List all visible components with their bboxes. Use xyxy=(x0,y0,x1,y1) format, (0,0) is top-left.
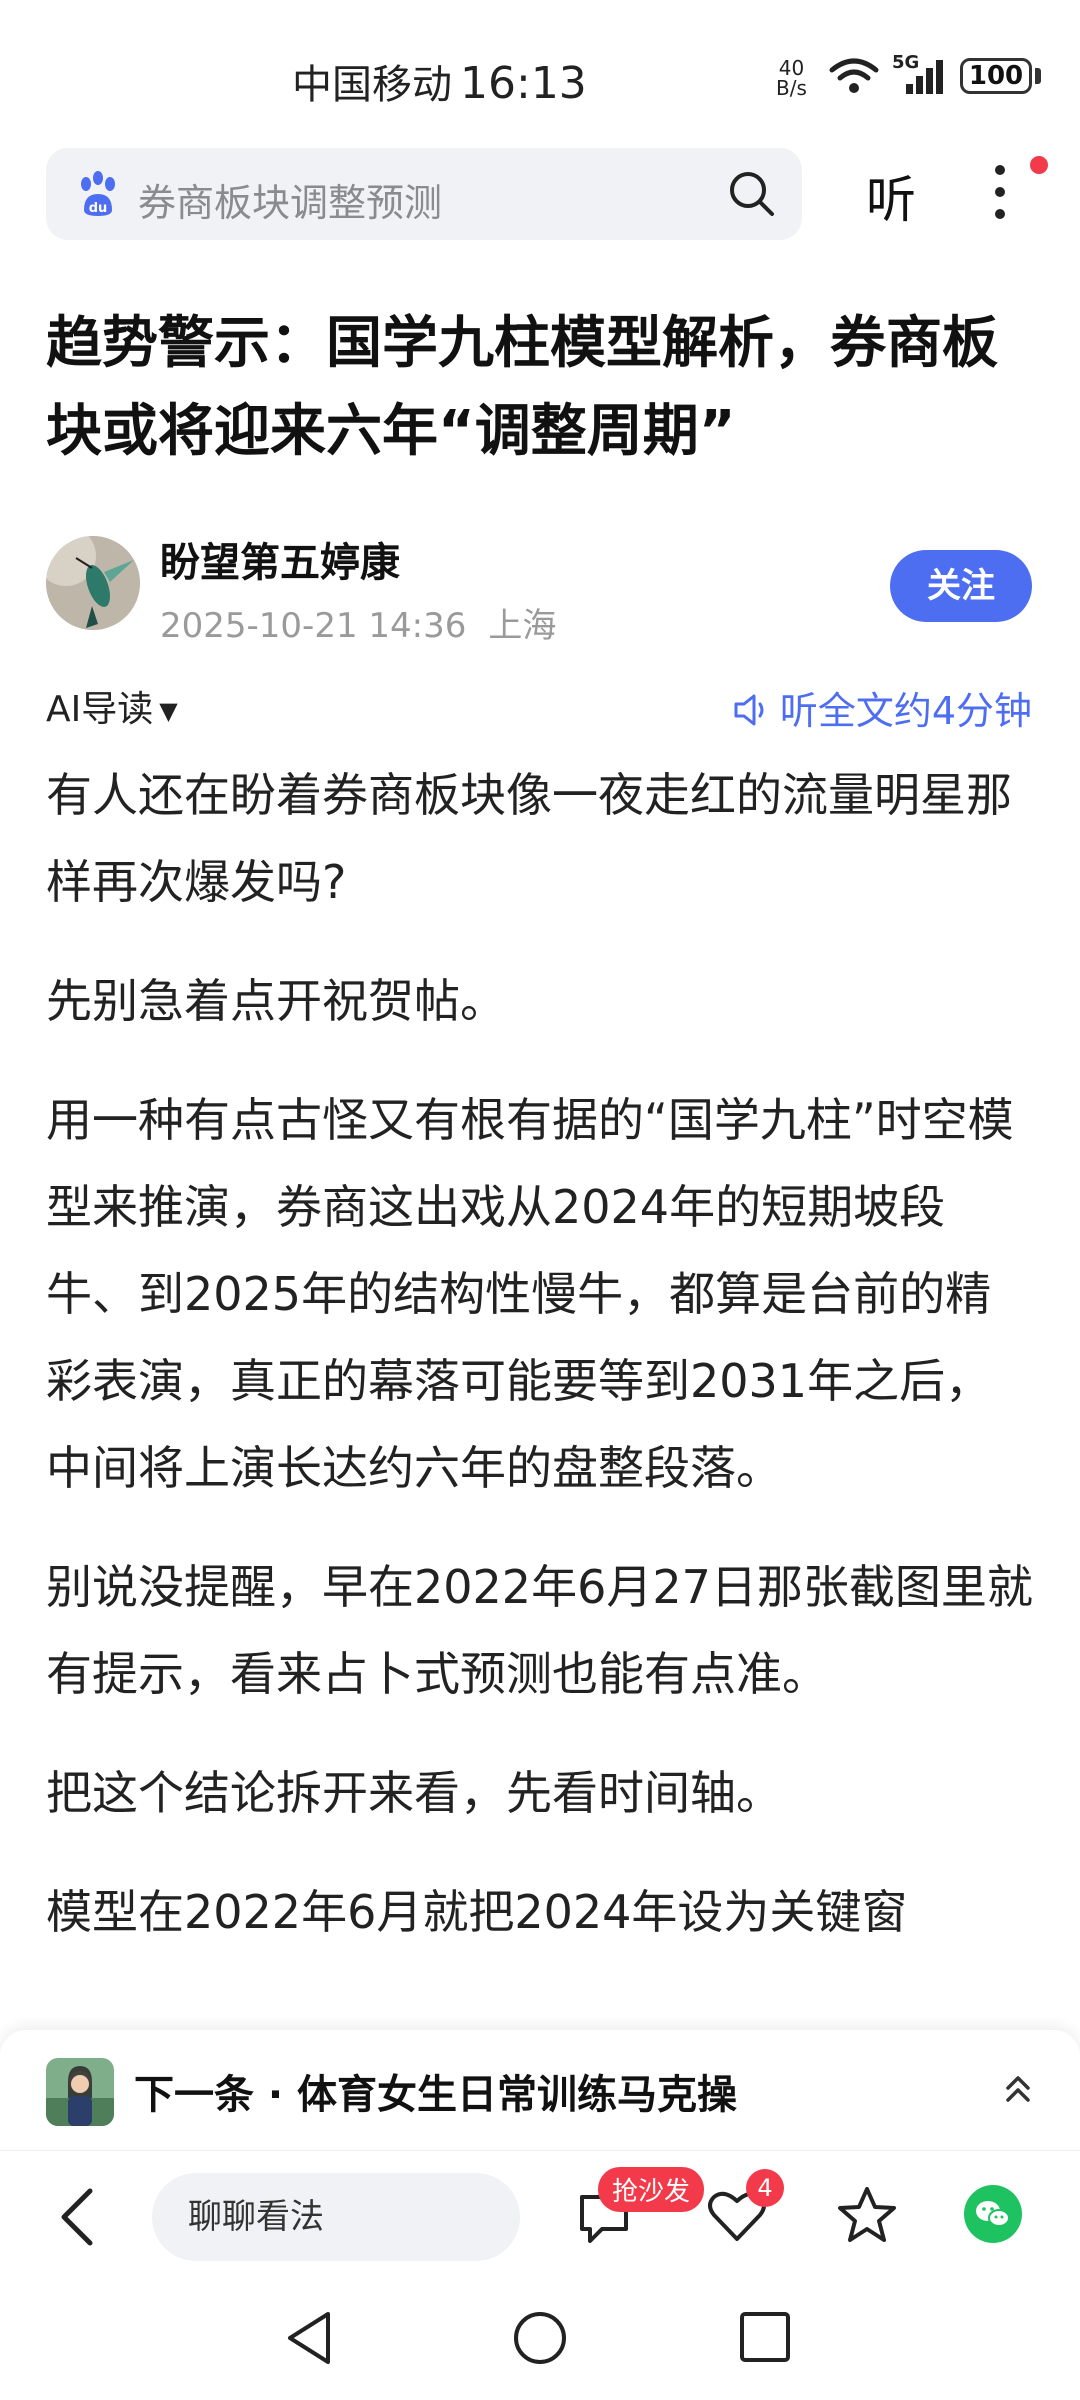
article-paragraph: 把这个结论拆开来看，先看时间轴。 xyxy=(46,1766,782,1820)
hummingbird-avatar-image xyxy=(46,536,140,630)
network-speed-value: 40 xyxy=(778,56,805,80)
wechat-logo-icon xyxy=(976,2201,1010,2227)
sofa-badge: 抢沙发 xyxy=(598,2167,705,2212)
nav-recent-apps-icon[interactable] xyxy=(738,2310,792,2364)
article-paragraph: 模型在2022年6月就把2024年设为关键窗 xyxy=(46,1885,908,1939)
battery-tip xyxy=(1035,68,1041,84)
system-nav-bar xyxy=(0,2280,1080,2400)
next-article-thumbnail-image xyxy=(46,2058,114,2126)
author-name[interactable]: 盼望第五婷康 xyxy=(160,530,400,588)
publish-location: 上海 xyxy=(488,606,557,646)
battery-icon: 100 xyxy=(960,58,1032,94)
ai-guide-toggle[interactable]: AI导读 ▼ xyxy=(46,680,178,732)
search-query[interactable]: 券商板块调整预测 xyxy=(138,172,442,227)
wechat-share-icon[interactable] xyxy=(964,2185,1022,2243)
status-carrier-time: 中国移动 16:13 xyxy=(292,52,587,110)
network-speed: 40 B/s xyxy=(776,58,807,98)
next-article-title: 下一条 · 体育女生日常训练马克操 xyxy=(134,2072,738,2118)
listen-full-article-button[interactable]: 听全文约4分钟 xyxy=(730,680,1032,735)
baidu-paw-icon: du xyxy=(81,171,115,216)
nav-back-icon[interactable] xyxy=(282,2308,336,2368)
carrier-name: 中国移动 xyxy=(292,62,452,108)
article-paragraph: 先别急着点开祝贺帖。 xyxy=(46,974,506,1028)
notification-dot xyxy=(1030,156,1048,174)
more-options-icon[interactable] xyxy=(990,160,1010,224)
article-paragraph: 用一种有点古怪又有根有据的“国学九柱”时空模型来推演，券商这出戏从2024年的短… xyxy=(46,1093,1014,1495)
publish-date: 2025-10-21 14:36 xyxy=(160,606,467,646)
bottom-action-bar: 聊聊看法 抢沙发 4 xyxy=(0,2150,1080,2281)
wifi-icon xyxy=(829,58,879,93)
next-article-bar[interactable]: 下一条 · 体育女生日常训练马克操 xyxy=(0,2030,1080,2150)
search-icon[interactable] xyxy=(724,166,780,222)
author-meta: 2025-10-21 14:36 上海 xyxy=(160,598,556,647)
article-paragraph: 别说没提醒，早在2022年6月27日那张截图里就有提示，看来占卜式预测也能有点准… xyxy=(46,1560,1033,1701)
network-speed-unit: B/s xyxy=(776,76,807,100)
next-article-thumbnail xyxy=(46,2058,114,2126)
double-chevron-up-icon[interactable] xyxy=(998,2068,1038,2108)
star-icon[interactable] xyxy=(836,2185,898,2245)
signal-5g-icon: 5G xyxy=(892,52,948,96)
article-title: 趋势警示：国学九柱模型解析，券商板块或将迎来六年“调整周期” xyxy=(46,311,998,464)
search-bar[interactable]: du 券商板块调整预测 xyxy=(46,148,802,240)
listen-button[interactable]: 听 xyxy=(866,160,916,232)
follow-button[interactable]: 关注 xyxy=(890,550,1032,622)
author-avatar[interactable] xyxy=(46,536,140,630)
article-body: 有人还在盼着券商板块像一夜走红的流量明星那样再次爆发吗? 先别急着点开祝贺帖。 … xyxy=(46,752,1036,1988)
speaker-icon xyxy=(734,694,764,726)
like-count-badge: 4 xyxy=(746,2169,784,2207)
clock: 16:13 xyxy=(460,58,587,109)
status-bar: 中国移动 16:13 40 B/s 5G 100 xyxy=(0,0,1080,150)
ai-guide-label: AI导读 xyxy=(46,689,154,730)
listen-full-label: 听全文约4分钟 xyxy=(779,689,1032,733)
back-arrow-icon[interactable] xyxy=(56,2185,100,2249)
comment-input[interactable]: 聊聊看法 xyxy=(152,2173,520,2261)
nav-home-icon[interactable] xyxy=(510,2308,570,2368)
article-paragraph: 有人还在盼着券商板块像一夜走红的流量明星那样再次爆发吗? xyxy=(46,768,1012,909)
svg-text:du: du xyxy=(89,201,108,216)
caret-down-icon: ▼ xyxy=(159,697,178,725)
